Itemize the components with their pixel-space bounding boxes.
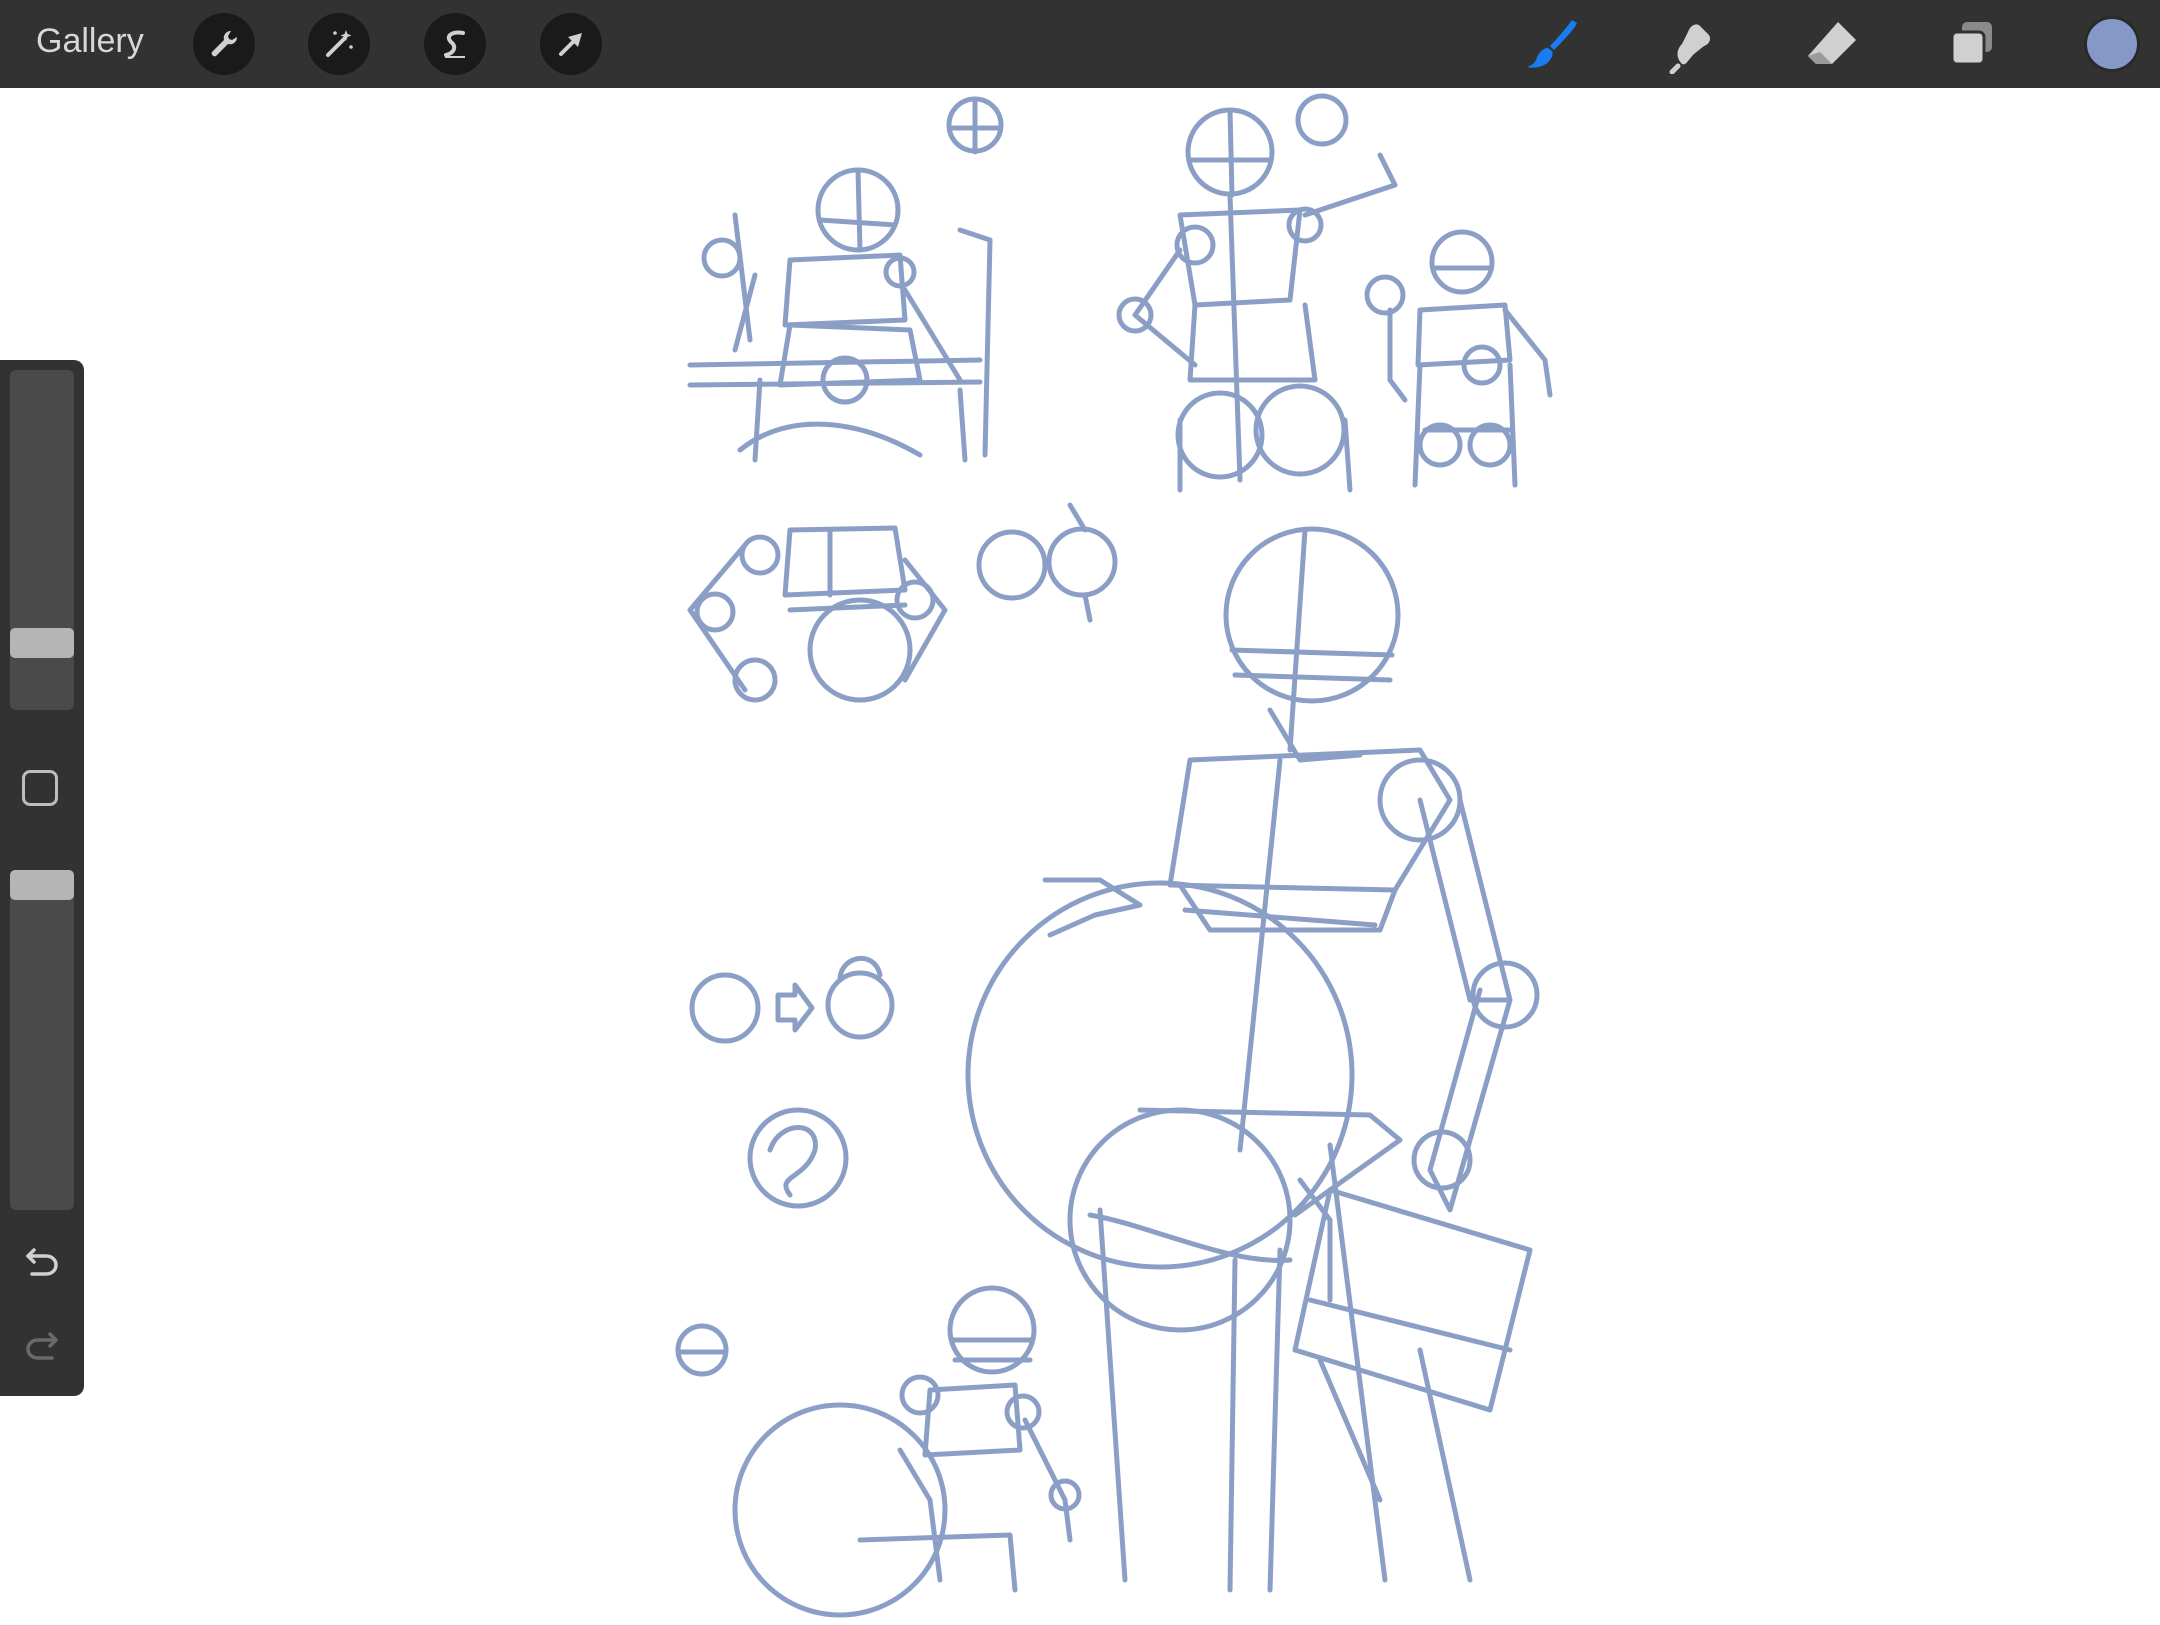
sketch-main-figure bbox=[965, 526, 1540, 1593]
brush-icon bbox=[1527, 20, 1577, 68]
color-picker-button[interactable] bbox=[2084, 16, 2140, 72]
sketch-circle-squiggle bbox=[747, 1107, 849, 1209]
layers-button[interactable] bbox=[1940, 12, 2004, 76]
top-toolbar: Gallery bbox=[0, 0, 2160, 88]
wrench-icon bbox=[211, 30, 238, 57]
magic-wand-icon bbox=[326, 30, 353, 57]
drawing-canvas[interactable] bbox=[84, 88, 2160, 1620]
smudge-button[interactable] bbox=[1660, 12, 1724, 76]
adjustments-button[interactable] bbox=[308, 13, 370, 75]
sketch-topdown-figure bbox=[687, 525, 948, 703]
modify-button[interactable] bbox=[22, 770, 58, 806]
undo-button[interactable] bbox=[18, 1238, 66, 1286]
redo-button[interactable] bbox=[18, 1322, 66, 1370]
opacity-slider[interactable] bbox=[10, 870, 74, 1210]
undo-icon bbox=[26, 1248, 58, 1276]
eraser-icon bbox=[1808, 22, 1856, 64]
eraser-button[interactable] bbox=[1800, 12, 1864, 76]
selection-s-icon bbox=[444, 30, 465, 58]
brush-button[interactable] bbox=[1520, 12, 1584, 76]
left-sidebar bbox=[0, 360, 84, 1396]
layers-icon bbox=[1950, 22, 1992, 66]
arrow-cursor-icon bbox=[559, 33, 582, 56]
sketch-small-head-bottom bbox=[675, 1323, 729, 1377]
sketch-small-head-top bbox=[946, 96, 1004, 155]
sketch-seated-figure bbox=[687, 167, 993, 463]
smudge-icon bbox=[1669, 24, 1711, 74]
redo-icon bbox=[26, 1332, 58, 1360]
selection-button[interactable] bbox=[424, 13, 486, 75]
sketch-small-standing-figure bbox=[1364, 229, 1553, 488]
sketch-bottom-figure bbox=[732, 1285, 1082, 1618]
gallery-button[interactable]: Gallery bbox=[36, 22, 144, 61]
sketch-double-circles bbox=[976, 502, 1118, 623]
brush-size-thumb[interactable] bbox=[10, 628, 74, 658]
sketch-waving-figure bbox=[1116, 93, 1398, 493]
transform-button[interactable] bbox=[540, 13, 602, 75]
actions-button[interactable] bbox=[193, 13, 255, 75]
opacity-thumb[interactable] bbox=[10, 870, 74, 900]
figure-sketches bbox=[675, 93, 1553, 1618]
brush-size-slider[interactable] bbox=[10, 370, 74, 710]
sketch-head-transform bbox=[689, 956, 895, 1044]
